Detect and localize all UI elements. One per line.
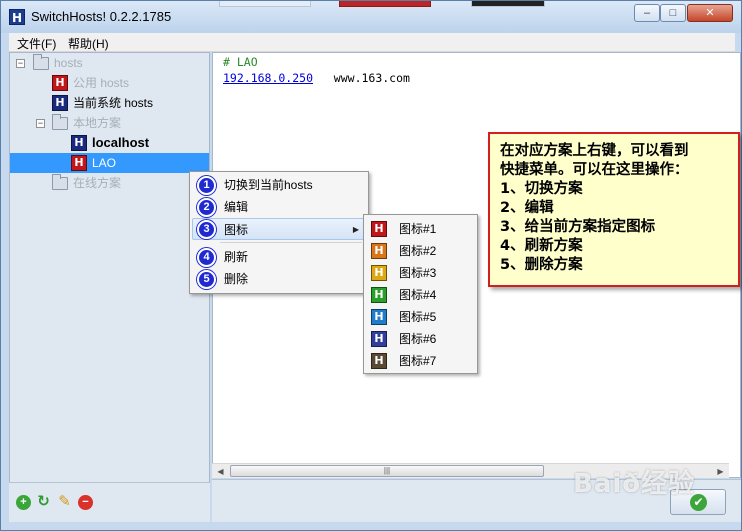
watermark: Baið经验 bbox=[573, 469, 696, 499]
hosts-navy-icon: H bbox=[71, 135, 87, 151]
number-badge: 4 bbox=[197, 248, 216, 267]
tree-item-current-hosts[interactable]: H 当前系统 hosts bbox=[10, 93, 209, 113]
tree-label: 在线方案 bbox=[73, 176, 122, 190]
submenu-item-icon-2[interactable]: H 图标#2 bbox=[366, 240, 476, 262]
submenu-item-icon-7[interactable]: H 图标#7 bbox=[366, 350, 476, 372]
background-window-edge bbox=[471, 1, 545, 7]
hosts-brown-icon: H bbox=[371, 353, 387, 369]
submenu-item-label: 图标#2 bbox=[399, 244, 437, 258]
annotation-callout: 在对应方案上右键，可以看到 快捷菜单。可以在这里操作： 1、切换方案 2、编辑 … bbox=[488, 132, 740, 287]
context-menu-item-icon[interactable]: 3 图标 ▶ bbox=[192, 218, 366, 240]
refresh-icon[interactable]: ↻ bbox=[36, 494, 51, 510]
submenu-item-icon-1[interactable]: H 图标#1 bbox=[366, 218, 476, 240]
folder-icon bbox=[52, 174, 68, 190]
scroll-thumb[interactable]: ||| bbox=[230, 465, 544, 477]
hosts-indigo-icon: H bbox=[371, 331, 387, 347]
hosts-blue-icon: H bbox=[371, 309, 387, 325]
context-menu-item-switch[interactable]: 1 切换到当前hosts bbox=[192, 174, 366, 196]
collapse-icon[interactable]: − bbox=[16, 59, 25, 68]
ip-address-link[interactable]: 192.168.0.250 bbox=[223, 71, 313, 85]
number-badge: 5 bbox=[197, 270, 216, 289]
menu-item-label: 切换到当前hosts bbox=[224, 178, 313, 192]
menu-bar: 文件(F) 帮助(H) bbox=[9, 33, 735, 52]
background-window-edge bbox=[219, 1, 311, 7]
menu-file[interactable]: 文件(F) bbox=[17, 35, 56, 52]
submenu-item-label: 图标#4 bbox=[399, 288, 437, 302]
menu-item-label: 图标 bbox=[224, 223, 249, 237]
editor-comment-line: # LAO bbox=[223, 55, 258, 69]
context-menu-item-delete[interactable]: 5 删除 bbox=[192, 268, 366, 290]
close-button[interactable]: ✕ bbox=[687, 4, 733, 22]
context-menu: 1 切换到当前hosts 2 编辑 3 图标 ▶ 4 刷新 5 删除 bbox=[189, 171, 369, 294]
callout-line: 快捷菜单。可以在这里操作： bbox=[500, 162, 689, 178]
number-badge: 1 bbox=[197, 176, 216, 195]
hosts-red-icon: H bbox=[71, 155, 87, 171]
tree-item-lao[interactable]: H LAO bbox=[10, 153, 209, 173]
callout-line: 5、删除方案 bbox=[500, 257, 583, 273]
tree-root-hosts[interactable]: − hosts bbox=[10, 53, 209, 73]
hosts-red-icon: H bbox=[52, 75, 68, 91]
hostname-text: www.163.com bbox=[333, 71, 410, 85]
submenu-item-icon-6[interactable]: H 图标#6 bbox=[366, 328, 476, 350]
folder-icon bbox=[33, 54, 49, 70]
submenu-item-label: 图标#5 bbox=[399, 310, 437, 324]
menu-help[interactable]: 帮助(H) bbox=[68, 35, 109, 52]
scroll-left-icon[interactable]: ◀ bbox=[214, 465, 227, 478]
hosts-tree: − hosts H 公用 hosts H 当前系统 hosts − 本地方案 H… bbox=[9, 52, 210, 522]
hosts-navy-icon: H bbox=[52, 95, 68, 111]
callout-line: 在对应方案上右键，可以看到 bbox=[500, 143, 689, 159]
tree-label: 公用 hosts bbox=[73, 76, 130, 90]
icon-submenu: H 图标#1 H 图标#2 H 图标#3 H 图标#4 H 图标#5 H 图标#… bbox=[363, 214, 478, 374]
minimize-button[interactable]: – bbox=[634, 4, 660, 22]
number-badge: 2 bbox=[197, 198, 216, 217]
scroll-right-icon[interactable]: ▶ bbox=[714, 465, 727, 478]
submenu-item-label: 图标#1 bbox=[399, 222, 437, 236]
hosts-yellow-icon: H bbox=[371, 265, 387, 281]
background-window-edge bbox=[339, 1, 431, 7]
menu-item-label: 删除 bbox=[224, 272, 249, 286]
tree-label: hosts bbox=[54, 56, 83, 70]
collapse-icon[interactable]: − bbox=[36, 119, 45, 128]
submenu-item-label: 图标#6 bbox=[399, 332, 437, 346]
callout-line: 2、编辑 bbox=[500, 200, 554, 216]
hosts-green-icon: H bbox=[371, 287, 387, 303]
pencil-icon[interactable]: ✎ bbox=[57, 494, 72, 510]
tree-item-public-hosts[interactable]: H 公用 hosts bbox=[10, 73, 209, 93]
maximize-button[interactable]: □ bbox=[660, 4, 686, 22]
context-menu-item-refresh[interactable]: 4 刷新 bbox=[192, 246, 366, 268]
submenu-item-icon-3[interactable]: H 图标#3 bbox=[366, 262, 476, 284]
remove-icon[interactable]: − bbox=[78, 495, 93, 510]
sidebar-toolbar: + ↻ ✎ − bbox=[9, 482, 210, 522]
submenu-item-label: 图标#3 bbox=[399, 266, 437, 280]
tree-group-local[interactable]: − 本地方案 bbox=[10, 113, 209, 133]
callout-line: 4、刷新方案 bbox=[500, 238, 583, 254]
number-badge: 3 bbox=[197, 220, 216, 239]
window-title: SwitchHosts! 0.2.2.1785 bbox=[31, 9, 172, 24]
hosts-red-icon: H bbox=[371, 221, 387, 237]
submenu-arrow-icon: ▶ bbox=[352, 225, 359, 234]
menu-separator bbox=[220, 242, 362, 243]
hosts-orange-icon: H bbox=[371, 243, 387, 259]
submenu-item-label: 图标#7 bbox=[399, 354, 437, 368]
tree-label: 当前系统 hosts bbox=[73, 96, 154, 110]
tree-label: 本地方案 bbox=[73, 116, 122, 130]
app-icon: H bbox=[9, 9, 25, 25]
title-bar[interactable]: H SwitchHosts! 0.2.2.1785 – □ ✕ bbox=[1, 1, 741, 33]
submenu-item-icon-4[interactable]: H 图标#4 bbox=[366, 284, 476, 306]
callout-line: 1、切换方案 bbox=[500, 181, 583, 197]
tree-group-online[interactable]: 在线方案 bbox=[10, 173, 209, 193]
submenu-item-icon-5[interactable]: H 图标#5 bbox=[366, 306, 476, 328]
add-icon[interactable]: + bbox=[16, 495, 31, 510]
menu-item-label: 刷新 bbox=[224, 250, 249, 264]
app-window: H SwitchHosts! 0.2.2.1785 – □ ✕ 文件(F) 帮助… bbox=[0, 0, 742, 531]
context-menu-item-edit[interactable]: 2 编辑 bbox=[192, 196, 366, 218]
folder-icon bbox=[52, 114, 68, 130]
tree-item-localhost[interactable]: H localhost bbox=[10, 133, 209, 153]
tree-label: localhost bbox=[92, 135, 150, 150]
editor-entry-line: 192.168.0.250 www.163.com bbox=[223, 71, 410, 85]
menu-item-label: 编辑 bbox=[224, 200, 249, 214]
tree-label: LAO bbox=[92, 156, 117, 170]
callout-line: 3、给当前方案指定图标 bbox=[500, 219, 656, 235]
